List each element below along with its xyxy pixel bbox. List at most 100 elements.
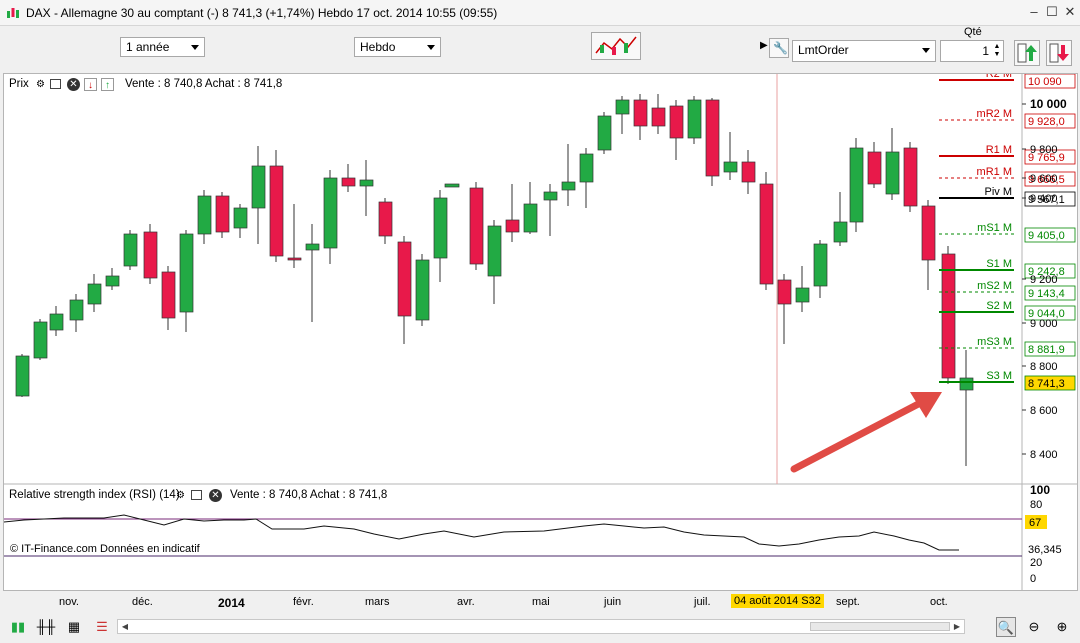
candle — [87, 283, 102, 305]
scroll-left-icon[interactable]: ◀ — [119, 621, 131, 632]
candle — [487, 225, 502, 277]
price-panel-title: Prix — [9, 78, 29, 90]
chart-area[interactable]: R2 M 10 090 mR2 M9 928,0 R1 M9 765,9 mR1 M9 … — [3, 73, 1078, 591]
price-quote: Vente : 8 740,8 Achat : 8 741,8 — [125, 78, 283, 90]
chevron-down-icon — [191, 45, 199, 50]
pivot-value: 8 741,3 — [1028, 378, 1065, 390]
window-icon[interactable] — [50, 79, 61, 89]
price-tick-label: 8 600 — [1030, 405, 1058, 417]
x-label: nov. — [59, 596, 79, 608]
candle — [287, 257, 302, 261]
candle — [561, 181, 576, 191]
title-bar: DAX - Allemagne 30 au comptant (-) 8 741… — [0, 0, 1080, 26]
chart-app-icon — [7, 8, 19, 18]
pivot-value: 10 090 — [1028, 76, 1062, 88]
toolbar: 1 année Hebdo ▶ 🔧 LmtOrder Qté 1 ▲ ▼ — [0, 26, 1080, 70]
sell-order-icon — [1049, 43, 1069, 63]
candle — [415, 259, 430, 321]
price-chart[interactable]: R2 M10 090mR2 M9 928,0R1 M9 765,9mR1 M9 … — [4, 74, 1077, 590]
candles-icon[interactable]: ▮▮ — [8, 617, 28, 637]
collapse-arrow-icon[interactable]: ▶ — [760, 40, 768, 51]
candle — [723, 161, 738, 173]
candle — [669, 105, 684, 139]
pivot-label: R2 M — [986, 74, 1012, 80]
pivot-label: mR2 M — [977, 108, 1012, 120]
candle — [903, 147, 918, 207]
candle — [795, 287, 810, 303]
sell-arrow-icon[interactable]: ↓ — [84, 78, 97, 91]
zoom-in-icon[interactable]: ⊕ — [1052, 617, 1072, 637]
minimize-button[interactable]: – — [1026, 4, 1042, 20]
indicators-icon — [595, 36, 637, 55]
wrench-icon[interactable]: ⚙ — [34, 78, 47, 91]
price-tick-label: 8 800 — [1030, 361, 1058, 373]
table-icon[interactable]: ▦ — [64, 617, 84, 637]
candle — [833, 221, 848, 243]
candle — [33, 321, 48, 359]
price-tick-label: 9 000 — [1030, 318, 1058, 330]
qty-label: Qté — [964, 26, 982, 38]
scroll-thumb[interactable] — [810, 622, 950, 631]
close-icon[interactable]: ✕ — [67, 78, 80, 91]
spin-down-icon[interactable]: ▼ — [993, 51, 1001, 59]
pivot-value: 9 405,0 — [1028, 230, 1065, 242]
candle — [505, 219, 520, 233]
price-tick-label: 9 800 — [1030, 144, 1058, 156]
candle — [179, 233, 194, 313]
candle — [579, 153, 594, 183]
candle — [143, 231, 158, 279]
candle — [341, 177, 356, 187]
candle — [651, 107, 666, 127]
qty-input[interactable]: 1 ▲ ▼ — [940, 40, 1004, 62]
rsi-panel-title: Relative strength index (RSI) (14) — [9, 489, 180, 501]
scroll-right-icon[interactable]: ▶ — [951, 621, 963, 632]
interval-select[interactable]: Hebdo — [354, 37, 441, 57]
candle — [687, 99, 702, 139]
indicators-button[interactable] — [591, 32, 641, 60]
x-label: févr. — [293, 596, 314, 608]
candle — [323, 177, 338, 249]
close-button[interactable]: ✕ — [1062, 4, 1078, 20]
pivot-label: Piv M — [985, 186, 1013, 198]
spin-up-icon[interactable]: ▲ — [993, 43, 1001, 51]
list-icon[interactable]: ☰ — [92, 617, 112, 637]
bars-icon[interactable]: ╫╫ — [36, 617, 56, 637]
pivot-label: mS3 M — [977, 336, 1012, 348]
sell-order-button[interactable] — [1046, 40, 1072, 66]
rsi-current-value: 36,345 — [1028, 544, 1062, 556]
pivot-value: 8 881,9 — [1028, 344, 1065, 356]
wrench-icon[interactable]: ⚙ — [174, 489, 187, 502]
candle — [633, 99, 648, 127]
x-label: oct. — [930, 596, 948, 608]
candle — [397, 241, 412, 317]
price-tick-label: 9 600 — [1030, 173, 1058, 185]
candle — [705, 99, 720, 177]
pivot-label: mR1 M — [977, 166, 1012, 178]
close-icon[interactable]: ✕ — [209, 489, 222, 502]
zoom-out-icon[interactable]: ⊖ — [1024, 617, 1044, 637]
horizontal-scrollbar[interactable]: ◀ ▶ — [117, 619, 965, 634]
wrench-button[interactable]: 🔧 — [769, 38, 789, 58]
buy-order-button[interactable] — [1014, 40, 1040, 66]
zoom-auto-icon[interactable]: 🔍 — [996, 617, 1016, 637]
buy-order-icon — [1017, 43, 1037, 63]
order-type-value: LmtOrder — [798, 43, 849, 57]
chevron-down-icon — [427, 45, 435, 50]
candle — [867, 151, 882, 185]
candle — [849, 147, 864, 223]
candle — [69, 299, 84, 321]
pivot-label: mS2 M — [977, 280, 1012, 292]
candle — [197, 195, 212, 235]
candle — [215, 195, 230, 233]
period-select[interactable]: 1 année — [120, 37, 205, 57]
price-tick-label: 10 000 — [1030, 97, 1067, 111]
window-icon[interactable] — [191, 490, 202, 500]
candle — [921, 205, 936, 261]
price-tick-label: 9 400 — [1030, 193, 1058, 205]
candle — [251, 165, 266, 209]
buy-arrow-icon[interactable]: ↑ — [101, 78, 114, 91]
order-type-select[interactable]: LmtOrder — [792, 40, 936, 62]
rsi-tick-label: 100 — [1030, 483, 1050, 497]
candle — [378, 201, 393, 237]
maximize-button[interactable]: ☐ — [1044, 4, 1060, 20]
